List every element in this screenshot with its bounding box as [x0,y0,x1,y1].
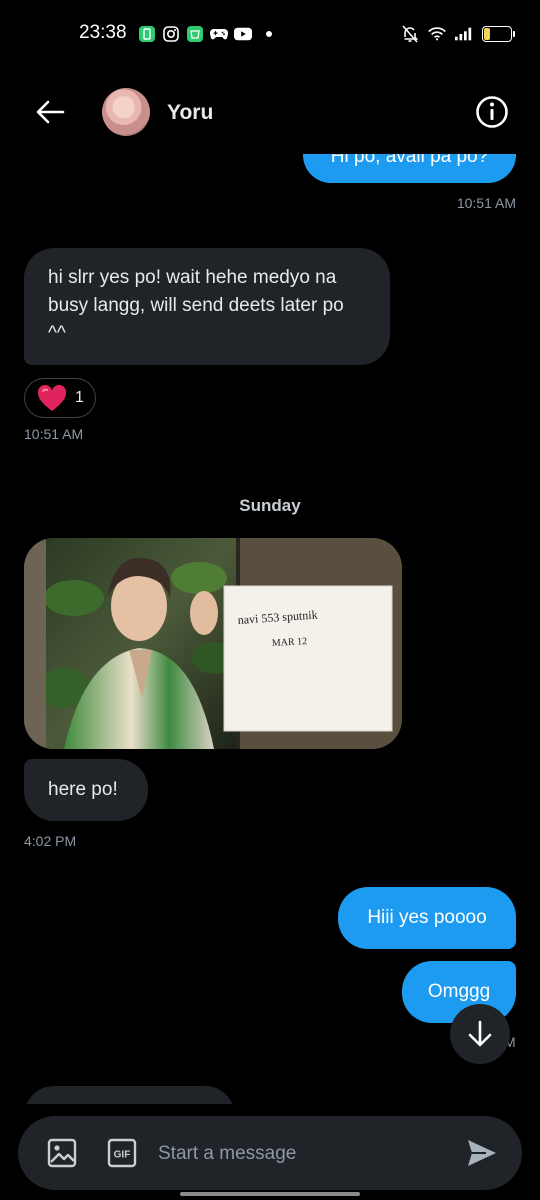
conversation-info-button[interactable] [474,94,510,130]
message-bubble-incoming[interactable]: here po! [24,759,148,821]
signal-icon [455,25,473,43]
youtube-icon [234,25,252,43]
more-notifications-dot [266,31,272,37]
message-timestamp: 10:51 AM [24,426,84,442]
conversation-header: Yoru [0,70,540,154]
status-bar: 23:38 20 [0,0,540,70]
message-text: here po! [48,779,118,800]
battery-saver-app-icon [138,25,156,43]
image-icon [47,1138,77,1168]
message-timestamp: 4:02 PM [24,833,77,849]
message-text: hi slrr yes po! wait hehe medyo na busy … [48,267,344,344]
send-button[interactable] [464,1135,500,1171]
add-gif-button[interactable]: GIF [104,1135,140,1171]
message-photo[interactable]: navi 553 sputnik MAR 12 [24,538,402,749]
info-icon [476,96,508,128]
message-text: Omggg [427,981,491,1002]
status-time: 23:38 [79,22,127,43]
gamepad-icon [210,25,228,43]
instagram-icon [162,25,180,43]
gif-label: GIF [114,1150,131,1161]
photo-content: navi 553 sputnik MAR 12 [24,538,402,749]
back-button[interactable] [30,92,70,132]
mute-bell-icon [401,25,419,43]
message-input[interactable] [158,1140,438,1168]
shopping-app-icon [186,25,204,43]
day-divider: Sunday [239,496,301,515]
reaction-badge[interactable]: 1 [24,378,96,418]
arrow-down-icon [468,1020,492,1047]
home-indicator [180,1192,360,1196]
photo-note-line2: MAR 12 [272,636,308,649]
reaction-count: 1 [75,389,84,406]
gif-icon: GIF [107,1138,137,1168]
battery-percentage: 20 [490,28,504,40]
battery-icon: 20 [482,26,515,42]
scroll-to-bottom-button[interactable] [450,1004,510,1064]
heart-icon [37,384,67,411]
message-bubble-outgoing[interactable]: Hiii yes poooo [338,887,516,949]
send-icon [468,1140,496,1166]
message-timestamp: 10:51 AM [456,195,516,211]
message-bubble-incoming[interactable]: hi slrr yes po! wait hehe medyo na busy … [24,248,390,365]
battery-level-fill [484,28,490,40]
system-icons: 20 [401,24,515,44]
message-text: Hiii yes poooo [367,907,487,928]
back-arrow-icon [36,100,65,124]
notification-icons [138,24,272,44]
message-composer: GIF [18,1116,522,1190]
contact-avatar[interactable] [102,88,150,136]
wifi-icon [428,25,446,43]
add-photo-button[interactable] [44,1135,80,1171]
contact-name[interactable]: Yoru [167,101,213,125]
